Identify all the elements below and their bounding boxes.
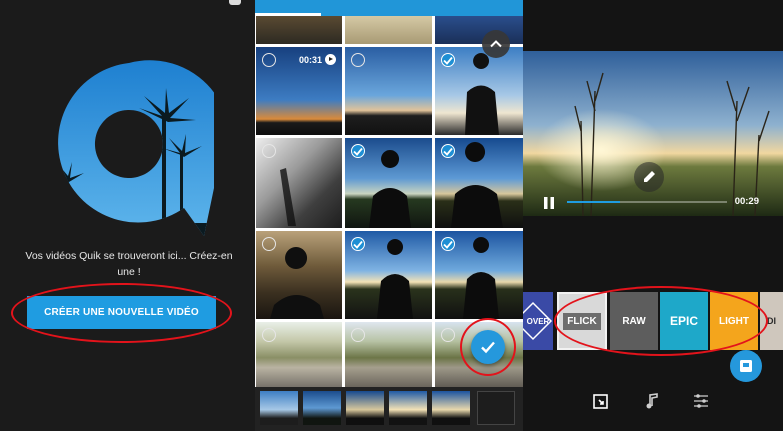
selection-check-icon[interactable]	[441, 53, 455, 67]
selection-circle-icon[interactable]	[262, 328, 276, 342]
sliders-icon	[694, 394, 708, 408]
picker-tab-bar	[255, 0, 523, 16]
video-duration: 00:31	[298, 55, 322, 65]
media-tile[interactable]	[345, 322, 432, 387]
selection-circle-icon[interactable]	[351, 53, 365, 67]
playback-time: 00:29	[734, 196, 759, 207]
media-tile[interactable]	[256, 231, 342, 319]
status-bar-indicator	[229, 0, 241, 5]
pencil-icon	[644, 171, 655, 182]
pause-icon[interactable]	[543, 196, 555, 210]
selection-check-icon[interactable]	[351, 237, 365, 251]
selected-media-tray	[255, 387, 523, 431]
media-tile[interactable]	[256, 16, 342, 44]
media-tile[interactable]	[345, 138, 432, 228]
play-icon	[325, 54, 336, 65]
media-tile[interactable]	[345, 231, 432, 319]
empty-state-message: Vos vidéos Quik se trouveront ici... Cré…	[25, 250, 233, 278]
selected-thumb[interactable]	[260, 391, 298, 425]
media-tile[interactable]	[345, 16, 432, 44]
welcome-panel: Vos vidéos Quik se trouveront ici... Cré…	[0, 0, 255, 431]
selected-thumb[interactable]	[389, 391, 427, 425]
media-tile[interactable]	[435, 138, 523, 228]
selection-check-icon[interactable]	[351, 144, 365, 158]
media-tile[interactable]	[256, 322, 342, 387]
media-tile[interactable]: 00:31	[256, 47, 342, 135]
selection-check-icon[interactable]	[441, 144, 455, 158]
empty-slot	[477, 391, 515, 425]
selection-circle-icon[interactable]	[262, 53, 276, 67]
selection-circle-icon[interactable]	[262, 237, 276, 251]
editor-toolbar	[523, 365, 783, 431]
media-picker-panel: 00:31	[255, 0, 523, 431]
theme-label: OVER	[526, 316, 550, 326]
export-icon	[593, 394, 608, 409]
theme-label: DI	[767, 316, 776, 326]
selection-circle-icon[interactable]	[441, 328, 455, 342]
video-preview[interactable]: 00:29	[523, 51, 783, 216]
selection-circle-icon[interactable]	[262, 144, 276, 158]
selection-check-icon[interactable]	[441, 237, 455, 251]
tab-settings[interactable]	[690, 390, 712, 412]
selected-thumb[interactable]	[432, 391, 470, 425]
playback-scrubber[interactable]	[567, 201, 727, 203]
media-tile[interactable]	[435, 47, 523, 135]
music-note-icon	[646, 393, 658, 409]
highlight-circle	[460, 318, 516, 376]
editor-panel: 00:29 OVER FLICK RAW EPIC LIGHT DI	[523, 0, 783, 431]
highlight-circle	[11, 283, 232, 343]
highlight-circle	[554, 286, 768, 356]
quik-logo-icon	[58, 60, 214, 236]
selected-thumb[interactable]	[303, 391, 341, 425]
media-tile[interactable]	[256, 138, 342, 228]
chevron-up-icon	[490, 40, 502, 48]
media-tile[interactable]	[345, 47, 432, 135]
tab-music[interactable]	[641, 390, 663, 412]
selection-circle-icon[interactable]	[351, 328, 365, 342]
playback-progress	[567, 201, 620, 203]
tab-export[interactable]	[590, 390, 612, 412]
edit-video-button[interactable]	[634, 162, 664, 192]
selected-thumb[interactable]	[346, 391, 384, 425]
theme-over[interactable]: OVER	[523, 292, 553, 350]
media-tile[interactable]	[435, 231, 523, 319]
scroll-top-button[interactable]	[482, 30, 510, 58]
